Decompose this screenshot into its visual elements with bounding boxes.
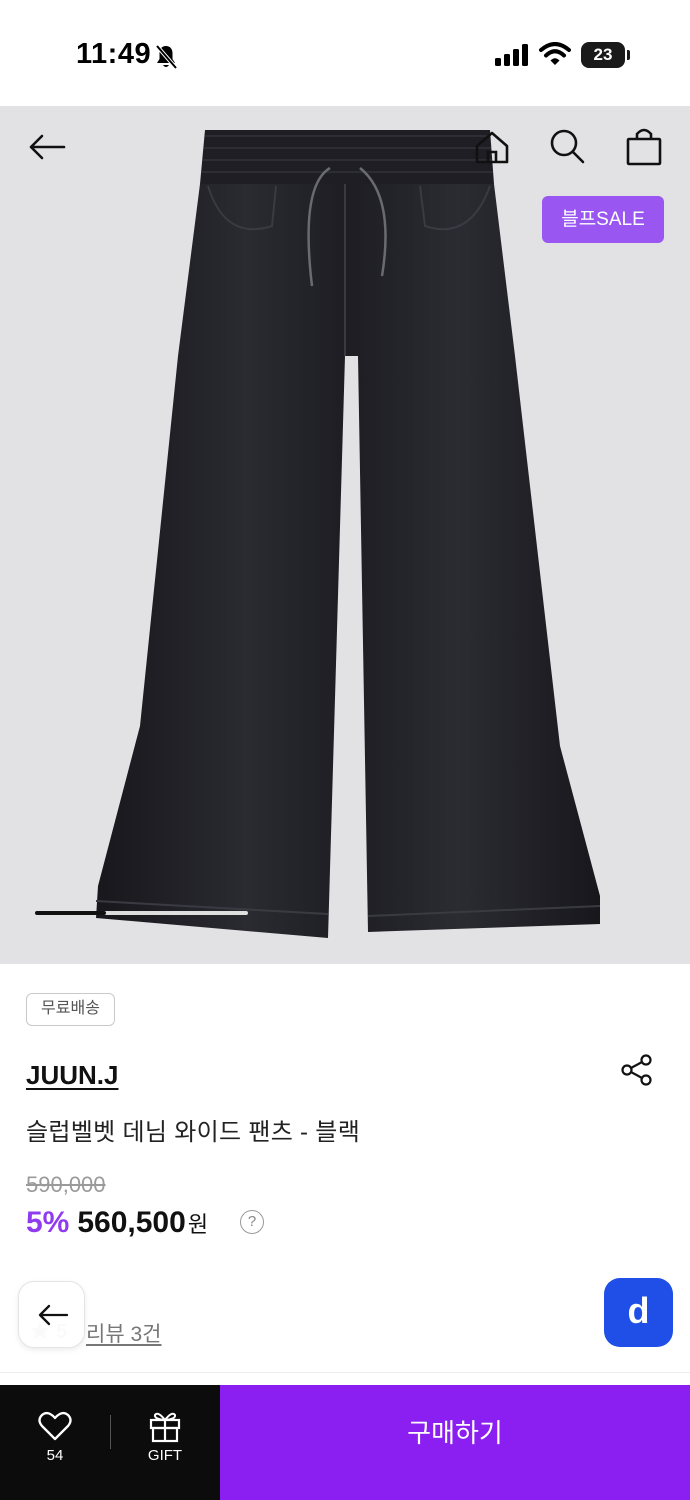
floating-back-button[interactable]	[18, 1281, 85, 1348]
like-count: 54	[46, 1447, 64, 1464]
home-icon[interactable]	[474, 130, 510, 164]
gift-label: GIFT	[147, 1447, 183, 1464]
review-link[interactable]: 리뷰 3건	[86, 1318, 161, 1348]
battery-tip	[627, 50, 630, 60]
status-bar: 11:49 23	[0, 0, 690, 106]
gift-icon	[149, 1412, 181, 1443]
product-image[interactable]: 블프SALE	[0, 106, 690, 964]
heart-icon	[38, 1411, 72, 1441]
bag-icon[interactable]	[625, 126, 663, 166]
discount-rate: 5%	[26, 1206, 70, 1239]
share-icon[interactable]	[620, 1053, 654, 1087]
help-icon[interactable]: ?	[240, 1210, 264, 1234]
bell-slash-icon	[155, 44, 178, 70]
buy-button[interactable]: 구매하기	[220, 1385, 690, 1500]
status-time: 11:49	[76, 38, 152, 70]
free-shipping-tag: 무료배송	[26, 993, 115, 1026]
bottom-action-bar: 54 GIFT 구매하기	[0, 1385, 690, 1500]
wifi-icon	[539, 42, 571, 65]
signal-icon	[495, 44, 528, 66]
product-name: 슬럽벨벳 데님 와이드 팬츠 - 블랙	[26, 1119, 361, 1146]
back-arrow-icon[interactable]	[28, 134, 66, 160]
battery-icon: 23	[581, 42, 625, 68]
brand-link[interactable]: JUUN.J	[26, 1060, 118, 1091]
bottom-left-panel: 54 GIFT	[0, 1385, 220, 1500]
original-price: 590,000	[26, 1172, 106, 1197]
gift-button[interactable]: GIFT	[134, 1407, 196, 1477]
like-button[interactable]: 54	[24, 1407, 86, 1477]
divider	[0, 1372, 690, 1373]
price-row: 5% 560,500 원	[26, 1206, 208, 1246]
back-arrow-icon	[38, 1304, 69, 1326]
d-floating-button[interactable]: d	[604, 1278, 673, 1347]
search-icon[interactable]	[549, 128, 585, 164]
image-pager-progress	[35, 911, 106, 915]
sale-badge: 블프SALE	[542, 196, 664, 243]
image-pager	[35, 911, 248, 915]
sale-price: 560,500	[77, 1206, 186, 1239]
separator	[110, 1415, 111, 1449]
currency-unit: 원	[187, 1212, 209, 1237]
